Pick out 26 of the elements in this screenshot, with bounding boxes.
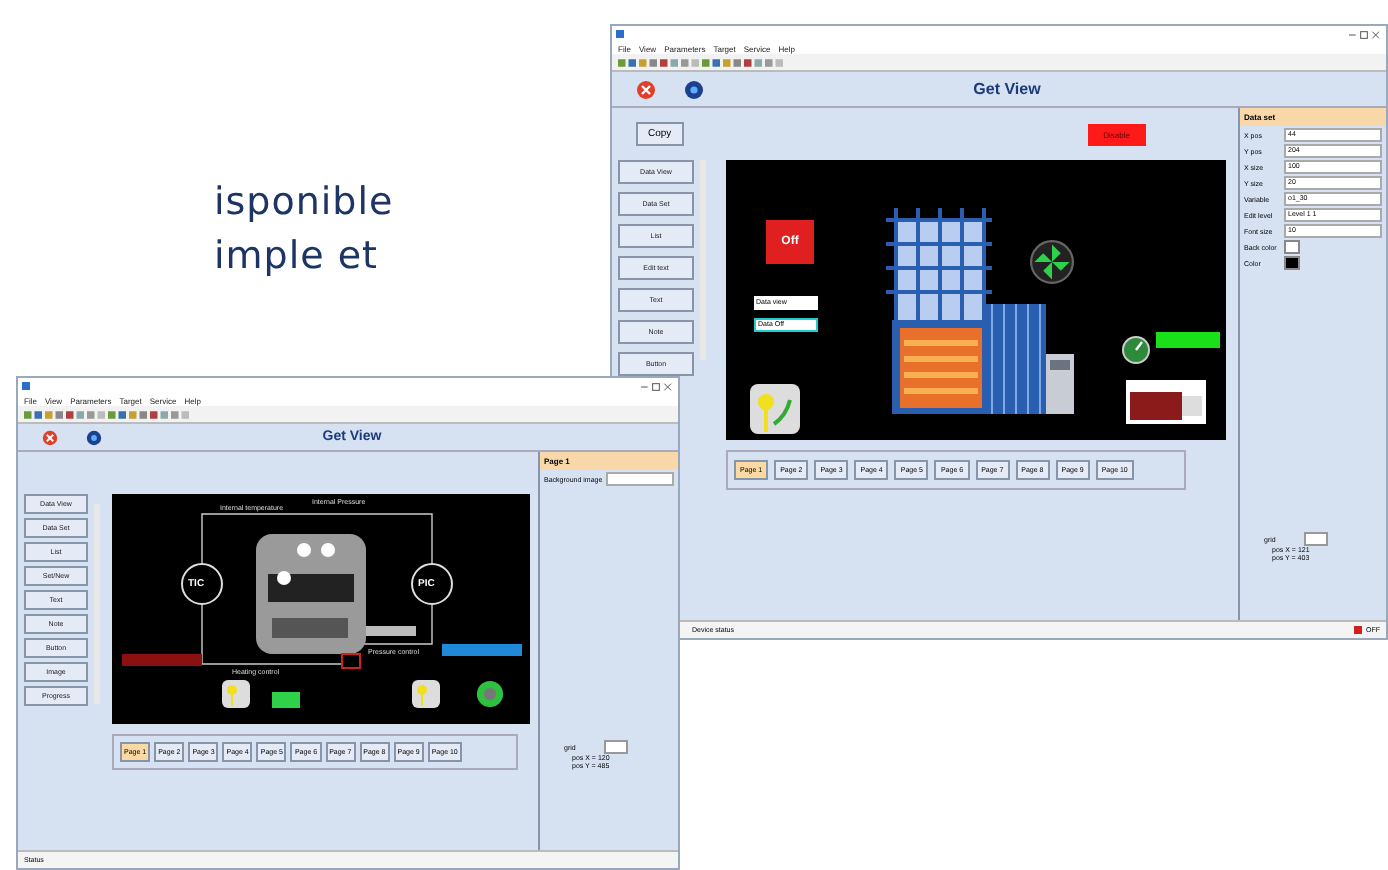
valve-drawing (750, 384, 800, 434)
stop-icon[interactable] (42, 429, 58, 445)
generator-drawing (1126, 380, 1206, 424)
input-field[interactable] (606, 472, 674, 486)
fan-icon (1030, 240, 1074, 284)
disc-icon[interactable] (86, 429, 102, 445)
body-text: imple et (214, 232, 380, 282)
pump-icon (476, 680, 504, 708)
stop-icon[interactable] (636, 79, 656, 99)
gauge-icon (1122, 336, 1150, 364)
disc-icon[interactable] (684, 79, 704, 99)
input-field[interactable] (1304, 532, 1328, 546)
app-icon (616, 30, 624, 38)
window-controls-icon[interactable] (1346, 29, 1382, 39)
color-swatch[interactable] (1284, 240, 1300, 254)
status-light-icon (272, 686, 300, 714)
window-controls-icon[interactable] (638, 381, 674, 391)
plug-icon (1354, 626, 1362, 634)
indicator-bar (1156, 332, 1220, 348)
view-title: Get View (971, 80, 1043, 98)
body-text: isponible (214, 178, 394, 228)
input-field[interactable] (604, 740, 628, 754)
app-icon (22, 382, 30, 390)
valve-icon (412, 680, 440, 708)
valve-icon (222, 680, 250, 708)
color-swatch[interactable] (1284, 256, 1300, 270)
